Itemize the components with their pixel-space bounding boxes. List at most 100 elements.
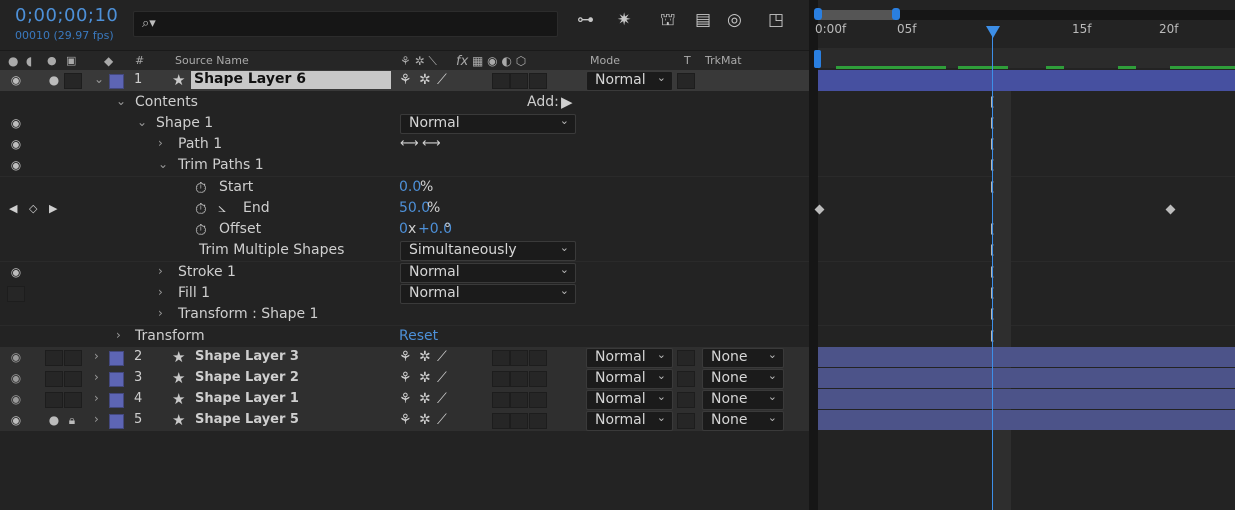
lock-icon[interactable]: 🔒︎ <box>65 413 79 427</box>
layer-bar-1[interactable] <box>818 70 1235 91</box>
switch-box[interactable] <box>529 392 547 408</box>
mode-dropdown[interactable]: Normal ⌄ <box>586 369 673 389</box>
collapse-switch-icon[interactable]: ✲ <box>419 72 431 88</box>
layer-label-color[interactable] <box>109 351 124 366</box>
eye-icon[interactable]: ◉ <box>9 392 23 406</box>
preserve-transparency-toggle[interactable] <box>677 73 695 89</box>
lock-toggle[interactable] <box>64 350 82 366</box>
solo-column-icon[interactable]: ● <box>47 54 57 67</box>
offset-revolutions[interactable]: 0 <box>399 221 408 237</box>
eye-icon[interactable]: ◉ <box>9 116 23 130</box>
switch-box[interactable] <box>510 413 528 429</box>
switch-box[interactable] <box>510 371 528 387</box>
chevron-right-icon[interactable]: › <box>94 370 99 384</box>
preserve-transparency-toggle[interactable] <box>677 392 695 408</box>
switch-box[interactable] <box>492 371 510 387</box>
lock-column-icon[interactable]: ▣ <box>66 54 76 67</box>
stopwatch-active-icon[interactable]: ⏱ <box>195 200 207 218</box>
stroke1-blend-dropdown[interactable]: Normal ⌄ <box>400 263 576 283</box>
start-value[interactable]: 0.0 <box>399 179 421 195</box>
layer-row-2[interactable]: ◉ › 2 ★ Shape Layer 3 ⚘ ✲ ⟋ Normal ⌄ None… <box>0 347 809 368</box>
solo-toggle[interactable] <box>45 371 63 387</box>
eye-icon[interactable]: ◉ <box>9 265 23 279</box>
layer-row-1[interactable]: ◉ ● ⌄ 1 ★ Shape Layer 6 ⚘ ✲ ⟋ Normal ⌄ <box>0 70 809 91</box>
eye-icon[interactable]: ◉ <box>9 158 23 172</box>
preserve-transparency-toggle[interactable] <box>677 413 695 429</box>
switch-box[interactable] <box>529 73 547 89</box>
column-source-name[interactable]: Source Name <box>175 54 249 67</box>
layer-bar-3[interactable] <box>818 368 1235 388</box>
panel-splitter[interactable] <box>809 0 818 510</box>
layer-label-color[interactable] <box>109 393 124 408</box>
collapse-switch-icon[interactable]: ✲ <box>419 391 431 407</box>
trkmat-dropdown[interactable]: None ⌄ <box>702 390 784 410</box>
layer-row-3[interactable]: ◉ › 3 ★ Shape Layer 2 ⚘ ✲ ⟋ Normal ⌄ None… <box>0 368 809 389</box>
chevron-down-icon[interactable]: ⌄ <box>137 115 147 129</box>
switch-box[interactable] <box>510 73 528 89</box>
switch-box[interactable] <box>492 73 510 89</box>
trkmat-dropdown[interactable]: None ⌄ <box>702 411 784 431</box>
time-navigator-range[interactable] <box>818 10 895 20</box>
trkmat-dropdown[interactable]: None ⌄ <box>702 369 784 389</box>
switch-box[interactable] <box>510 350 528 366</box>
lock-toggle[interactable] <box>64 371 82 387</box>
chevron-right-icon[interactable]: › <box>94 391 99 405</box>
layer-bar-4[interactable] <box>818 389 1235 409</box>
shy-switch-icon[interactable]: ⚘ <box>399 349 412 365</box>
chevron-down-icon[interactable]: ⌄ <box>116 94 126 108</box>
reset-link[interactable]: Reset <box>399 328 438 344</box>
eye-icon[interactable]: ◉ <box>9 350 23 364</box>
lock-toggle[interactable] <box>64 73 82 89</box>
switch-box[interactable] <box>492 392 510 408</box>
chevron-right-icon[interactable]: › <box>158 264 163 278</box>
eye-icon[interactable]: ◉ <box>9 73 23 87</box>
switch-box[interactable] <box>510 392 528 408</box>
shy-layers-icon[interactable]: ⛫ <box>660 10 676 32</box>
chevron-down-icon[interactable]: ⌄ <box>158 157 168 171</box>
preserve-transparency-toggle[interactable] <box>677 371 695 387</box>
audio-column-icon[interactable]: ◖ <box>26 54 32 68</box>
collapse-switch-icon[interactable]: ✲ <box>419 370 431 386</box>
chevron-right-icon[interactable]: › <box>94 412 99 426</box>
stopwatch-icon[interactable]: ⏱ <box>195 221 207 239</box>
preserve-transparency-toggle[interactable] <box>677 350 695 366</box>
chevron-right-icon[interactable]: › <box>94 349 99 363</box>
layer-name-field[interactable]: Shape Layer 6 <box>191 71 391 89</box>
graph-icon[interactable]: ⦣ <box>218 200 226 216</box>
layer-name[interactable]: Shape Layer 3 <box>195 349 299 364</box>
shy-switch-icon[interactable]: ⚘ <box>399 391 412 407</box>
solo-dot-icon[interactable]: ● <box>47 413 61 427</box>
next-keyframe-icon[interactable]: ▶ <box>49 202 57 215</box>
eye-column-icon[interactable]: ● <box>8 54 18 68</box>
work-area-bar[interactable] <box>818 48 1235 68</box>
end-value[interactable]: 50.0 <box>399 200 430 216</box>
quality-switch-icon[interactable]: ⟋ <box>437 72 447 88</box>
eye-icon[interactable]: ◉ <box>9 137 23 151</box>
quality-switch-icon[interactable]: ⟋ <box>437 391 447 407</box>
work-area-start[interactable] <box>814 50 821 68</box>
chevron-right-icon[interactable]: › <box>158 285 163 299</box>
quality-switch-icon[interactable]: ⟋ <box>437 349 447 365</box>
playhead-handle-icon[interactable] <box>986 26 1000 38</box>
add-play-icon[interactable]: ▶ <box>561 93 573 111</box>
switch-box[interactable] <box>529 350 547 366</box>
shy-switch-icon[interactable]: ⚘ <box>399 72 412 88</box>
collapse-switch-icon[interactable]: ✲ <box>419 412 431 428</box>
chevron-right-icon[interactable]: › <box>158 136 163 150</box>
layer-row-5[interactable]: ◉ ● 🔒︎ › 5 ★ Shape Layer 5 ⚘ ✲ ⟋ Normal ⌄… <box>0 410 809 431</box>
search-input[interactable]: ⌕▾ <box>133 11 558 37</box>
lock-toggle[interactable] <box>64 392 82 408</box>
stopwatch-icon[interactable]: ⏱ <box>195 179 207 197</box>
switch-box[interactable] <box>529 413 547 429</box>
chevron-right-icon[interactable]: › <box>116 328 121 342</box>
eye-toggle-off[interactable] <box>7 286 25 302</box>
mode-dropdown[interactable]: Normal ⌄ <box>586 71 673 91</box>
chevron-right-icon[interactable]: › <box>158 306 163 320</box>
mode-dropdown[interactable]: Normal ⌄ <box>586 348 673 368</box>
fill1-blend-dropdown[interactable]: Normal ⌄ <box>400 284 576 304</box>
quality-switch-icon[interactable]: ⟋ <box>437 370 447 386</box>
layer-name[interactable]: Shape Layer 2 <box>195 370 299 385</box>
add-keyframe-icon[interactable]: ◇ <box>29 202 37 215</box>
path-direction-reverse-icon[interactable]: ⟷ <box>422 136 441 151</box>
switch-box[interactable] <box>529 371 547 387</box>
